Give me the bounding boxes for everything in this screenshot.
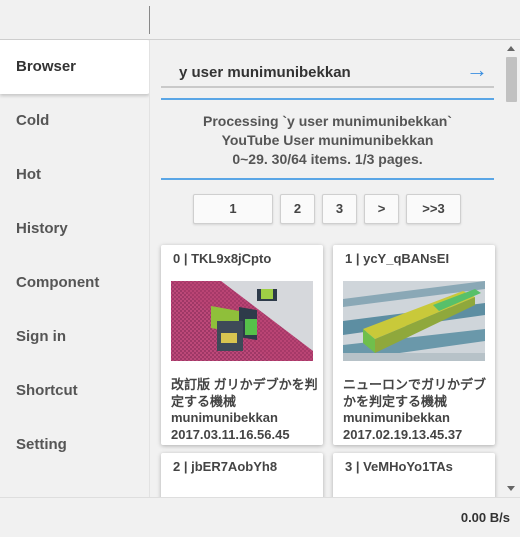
status-bar: 0.00 B/s [0, 497, 520, 537]
search-box: → [161, 56, 494, 88]
status-processing: Processing `y user munimunibekkan` [203, 113, 452, 129]
arrow-right-icon[interactable]: → [466, 57, 488, 83]
video-card-user: munimunibekkan [171, 410, 278, 425]
video-card-title: 2 | jbER7AobYh8 [173, 459, 278, 474]
scroll-up-icon[interactable] [507, 46, 515, 51]
sidebar-item-history[interactable]: History [0, 202, 149, 256]
sidebar-item-hot[interactable]: Hot [0, 148, 149, 202]
video-card-title: 1 | ycY_qBANsEI [345, 251, 450, 266]
top-bar-divider [149, 6, 150, 34]
sidebar: Browser Cold Hot History Component Sign … [0, 40, 150, 497]
top-bar [0, 0, 520, 40]
sidebar-item-setting[interactable]: Setting [0, 418, 149, 472]
video-thumbnail[interactable] [343, 281, 485, 361]
pagination: 1 2 3 > >>3 [193, 194, 461, 224]
video-card-title: 0 | TKL9x8jCpto [173, 251, 272, 266]
page-button-1[interactable]: 1 [193, 194, 273, 224]
video-card-date: 2017.03.11.16.56.45 [171, 427, 290, 442]
video-card[interactable]: 1 | ycY_qBANsEI ニューロンでガリかデブかを判定する機械 muni… [333, 245, 495, 445]
video-card[interactable]: 3 | VeMHoYo1TAs [333, 453, 495, 497]
video-card-name: ニューロンでガリかデブかを判定する機械 [343, 377, 487, 409]
video-card[interactable]: 2 | jbER7AobYh8 [161, 453, 323, 497]
page-button-3[interactable]: 3 [322, 194, 357, 224]
video-card[interactable]: 0 | TKL9x8jCpto 改訂版 ガリかデブかを判定する機械 munimu… [161, 245, 323, 445]
next-page-button[interactable]: > [364, 194, 399, 224]
status-source: YouTube User munimunibekkan [221, 132, 434, 148]
scrollbar-thumb[interactable] [506, 57, 517, 102]
video-card-name: 改訂版 ガリかデブかを判定する機械 [171, 377, 318, 409]
scroll-down-icon[interactable] [507, 486, 515, 491]
scrollbar[interactable] [503, 40, 520, 497]
video-card-date: 2017.02.19.13.45.37 [343, 427, 463, 442]
sidebar-item-component[interactable]: Component [0, 256, 149, 310]
video-thumbnail[interactable] [171, 281, 313, 361]
video-card-title: 3 | VeMHoYo1TAs [345, 459, 453, 474]
sidebar-item-browser[interactable]: Browser [0, 40, 150, 94]
main-panel: → Processing `y user munimunibekkan` You… [149, 40, 503, 497]
last-page-button[interactable]: >>3 [406, 194, 461, 224]
transfer-speed: 0.00 B/s [460, 510, 510, 525]
video-card-user: munimunibekkan [343, 410, 450, 425]
status-count: 0~29. 30/64 items. 1/3 pages. [232, 151, 423, 167]
status-panel: Processing `y user munimunibekkan` YouTu… [161, 98, 494, 180]
sidebar-item-cold[interactable]: Cold [0, 94, 149, 148]
sidebar-item-sign-in[interactable]: Sign in [0, 310, 149, 364]
sidebar-item-shortcut[interactable]: Shortcut [0, 364, 149, 418]
search-input[interactable] [179, 60, 449, 84]
page-button-2[interactable]: 2 [280, 194, 315, 224]
